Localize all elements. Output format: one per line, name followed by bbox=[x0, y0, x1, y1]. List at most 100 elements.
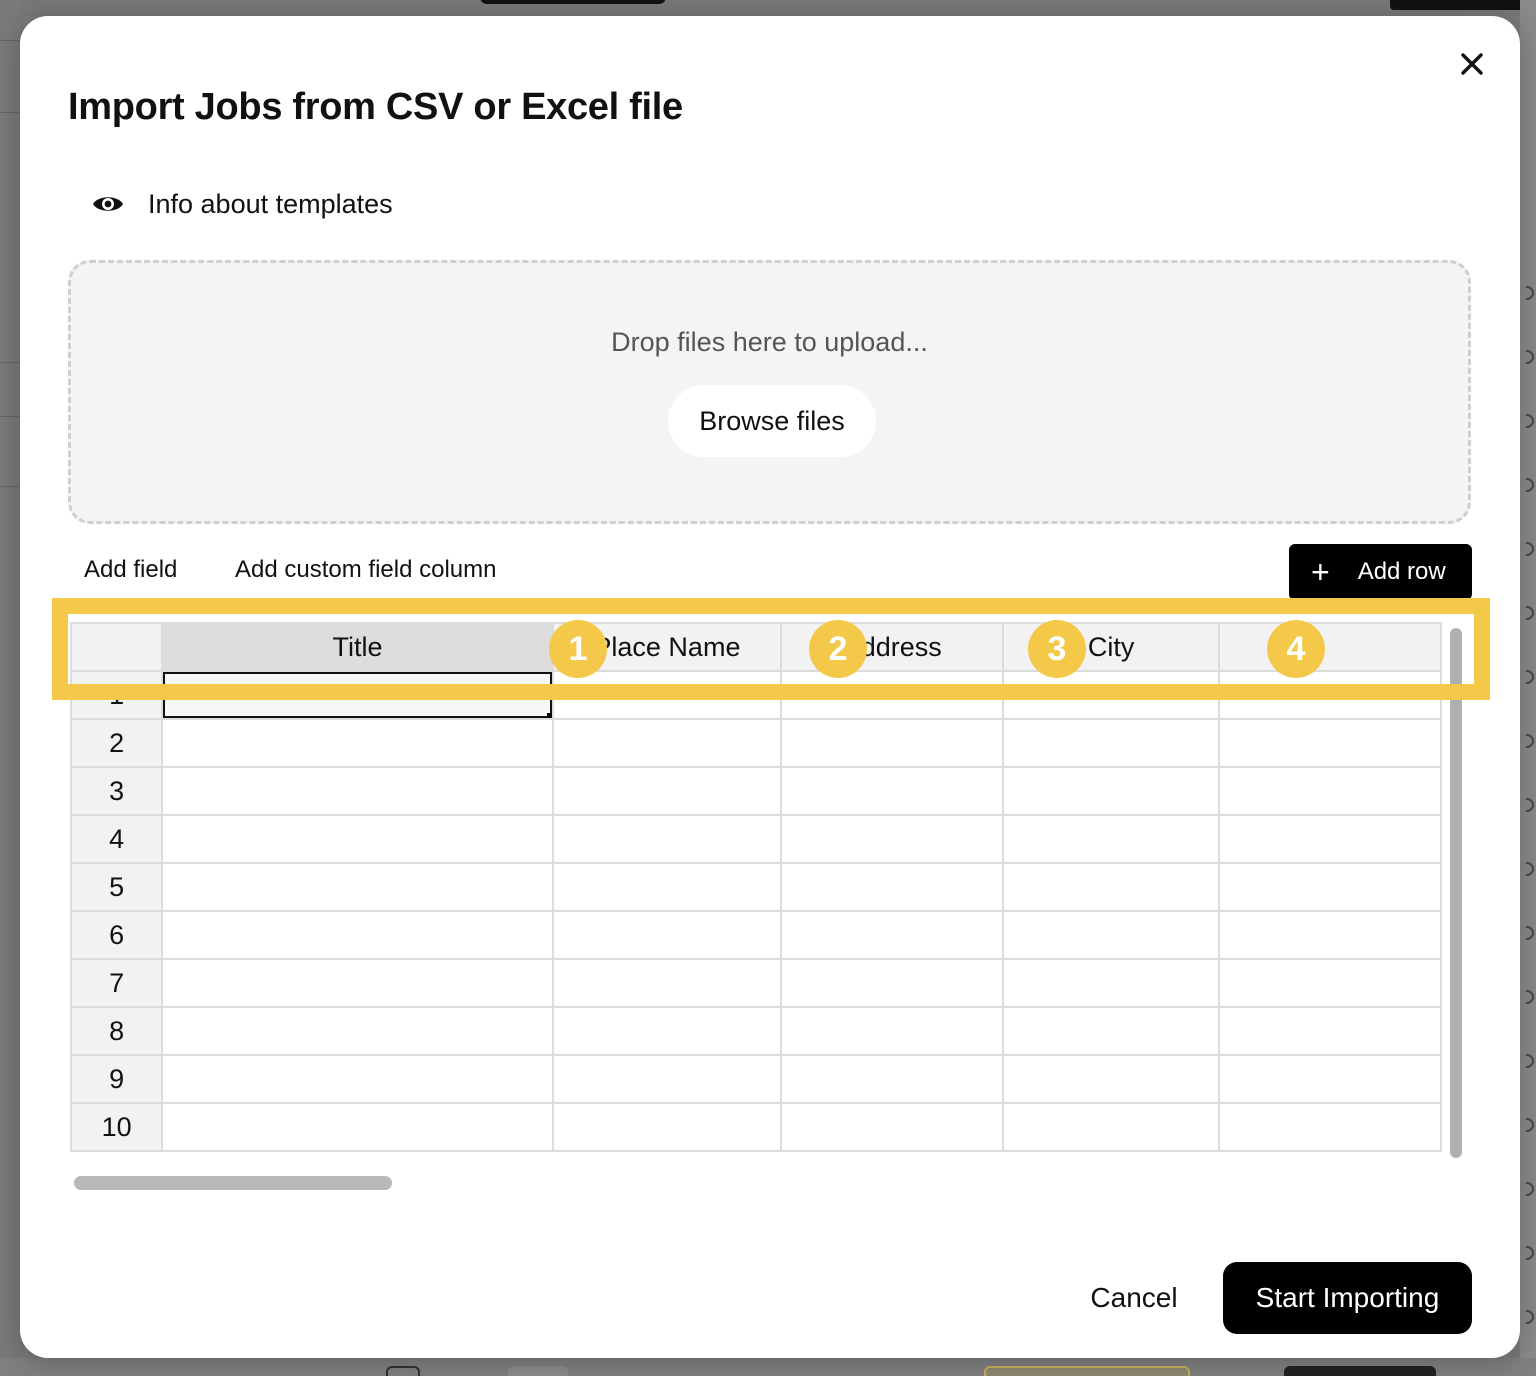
table-row: 3 bbox=[70, 766, 1442, 816]
row-number[interactable]: 5 bbox=[70, 862, 164, 912]
grid-cell[interactable] bbox=[1002, 910, 1220, 960]
grid-cell[interactable] bbox=[1217, 862, 1442, 912]
grid-cell[interactable] bbox=[780, 958, 1005, 1008]
column-header-state[interactable]: St bbox=[1217, 622, 1442, 672]
grid-cell[interactable] bbox=[1002, 958, 1220, 1008]
grid-cell[interactable] bbox=[551, 1006, 783, 1056]
table-row: 2 bbox=[70, 718, 1442, 768]
grid-cell[interactable] bbox=[1217, 766, 1442, 816]
grid-cell[interactable] bbox=[1002, 766, 1220, 816]
grid-cell[interactable] bbox=[161, 910, 554, 960]
row-number[interactable]: 4 bbox=[70, 814, 164, 864]
annotation-badge-3: 3 bbox=[1028, 620, 1086, 678]
column-header-title[interactable]: Title bbox=[161, 622, 554, 672]
browse-files-button[interactable]: Browse files bbox=[668, 385, 876, 457]
table-row: 8 bbox=[70, 1006, 1442, 1056]
grid-cell[interactable] bbox=[780, 862, 1005, 912]
grid-cell[interactable] bbox=[1002, 1054, 1220, 1104]
grid-cell[interactable] bbox=[1217, 910, 1442, 960]
grid-cell[interactable] bbox=[780, 1006, 1005, 1056]
grid-cell[interactable] bbox=[780, 910, 1005, 960]
plus-icon: + bbox=[1311, 554, 1330, 590]
table-row: 6 bbox=[70, 910, 1442, 960]
grid-cell[interactable] bbox=[551, 670, 783, 720]
selection-box bbox=[164, 673, 551, 717]
cancel-button[interactable]: Cancel bbox=[1074, 1272, 1194, 1324]
grid-cell[interactable] bbox=[780, 670, 1005, 720]
grid-cell[interactable] bbox=[161, 1102, 554, 1152]
grid-cell[interactable] bbox=[780, 718, 1005, 768]
horizontal-scrollbar[interactable] bbox=[74, 1176, 392, 1190]
grid-cell[interactable] bbox=[161, 814, 554, 864]
grid-cell[interactable] bbox=[1217, 718, 1442, 768]
grid-cell[interactable] bbox=[551, 910, 783, 960]
grid-cell[interactable] bbox=[551, 958, 783, 1008]
grid-cell[interactable] bbox=[551, 1054, 783, 1104]
fill-handle[interactable] bbox=[546, 713, 551, 717]
table-row: 5 bbox=[70, 862, 1442, 912]
background-left-column bbox=[0, 0, 20, 1376]
grid-cell[interactable] bbox=[161, 1006, 554, 1056]
close-button[interactable] bbox=[1452, 44, 1492, 84]
add-field-button[interactable]: Add field bbox=[84, 556, 177, 584]
dropzone-text: Drop files here to upload... bbox=[611, 327, 928, 357]
row-number[interactable]: 3 bbox=[70, 766, 164, 816]
grid-cell[interactable] bbox=[161, 766, 554, 816]
background-right-column bbox=[1520, 0, 1536, 1376]
grid-cell[interactable] bbox=[780, 1054, 1005, 1104]
row-number[interactable]: 9 bbox=[70, 1054, 164, 1104]
vertical-scrollbar[interactable] bbox=[1450, 628, 1462, 1158]
grid-cell[interactable] bbox=[161, 958, 554, 1008]
grid-cell[interactable] bbox=[551, 766, 783, 816]
grid-cell[interactable] bbox=[780, 766, 1005, 816]
grid-cell[interactable] bbox=[1217, 814, 1442, 864]
add-row-button[interactable]: + Add row bbox=[1289, 544, 1472, 600]
grid-cell[interactable] bbox=[780, 814, 1005, 864]
grid-cell[interactable] bbox=[1002, 1006, 1220, 1056]
grid-cell[interactable] bbox=[551, 814, 783, 864]
grid-cell-selected[interactable] bbox=[161, 670, 554, 720]
grid-cell[interactable] bbox=[1217, 670, 1442, 720]
row-number[interactable]: 1 bbox=[70, 670, 164, 720]
grid-cell[interactable] bbox=[1217, 958, 1442, 1008]
background-page-bottom bbox=[0, 1358, 1536, 1376]
grid-cell[interactable] bbox=[1002, 814, 1220, 864]
grid-cell[interactable] bbox=[161, 718, 554, 768]
background-pill bbox=[1390, 0, 1536, 10]
grid-cell[interactable] bbox=[551, 718, 783, 768]
grid-cell[interactable] bbox=[1002, 862, 1220, 912]
grid-cell[interactable] bbox=[1002, 670, 1220, 720]
row-number[interactable]: 6 bbox=[70, 910, 164, 960]
add-row-label: Add row bbox=[1357, 558, 1446, 585]
background-pill bbox=[480, 0, 666, 4]
import-data-grid[interactable]: Title Place Name Address City St 1 bbox=[70, 622, 1442, 1156]
row-number[interactable]: 7 bbox=[70, 958, 164, 1008]
eye-icon bbox=[93, 197, 123, 211]
info-about-templates-link[interactable]: Info about templates bbox=[92, 186, 393, 222]
table-row: 10 bbox=[70, 1102, 1442, 1152]
start-importing-button[interactable]: Start Importing bbox=[1223, 1262, 1472, 1334]
row-number[interactable]: 8 bbox=[70, 1006, 164, 1056]
annotation-badge-1: 1 bbox=[549, 620, 607, 678]
file-dropzone[interactable]: Drop files here to upload... Browse file… bbox=[68, 260, 1471, 524]
table-row: 9 bbox=[70, 1054, 1442, 1104]
row-number[interactable]: 2 bbox=[70, 718, 164, 768]
row-number[interactable]: 10 bbox=[70, 1102, 164, 1152]
grid-cell[interactable] bbox=[1002, 718, 1220, 768]
grid-cell[interactable] bbox=[161, 862, 554, 912]
table-row: 7 bbox=[70, 958, 1442, 1008]
grid-cell[interactable] bbox=[551, 1102, 783, 1152]
grid-cell[interactable] bbox=[1002, 1102, 1220, 1152]
grid-cell[interactable] bbox=[161, 1054, 554, 1104]
grid-cell[interactable] bbox=[1217, 1102, 1442, 1152]
info-about-templates-label: Info about templates bbox=[148, 188, 393, 219]
import-jobs-modal: Import Jobs from CSV or Excel file Info … bbox=[20, 16, 1520, 1358]
corner-header-cell[interactable] bbox=[70, 622, 164, 672]
grid-cell[interactable] bbox=[780, 1102, 1005, 1152]
grid-cell[interactable] bbox=[1217, 1006, 1442, 1056]
grid-cell[interactable] bbox=[551, 862, 783, 912]
grid-cell[interactable] bbox=[1217, 1054, 1442, 1104]
add-custom-field-column-button[interactable]: Add custom field column bbox=[235, 556, 496, 584]
close-icon bbox=[1461, 53, 1483, 75]
table-row: 1 bbox=[70, 670, 1442, 720]
